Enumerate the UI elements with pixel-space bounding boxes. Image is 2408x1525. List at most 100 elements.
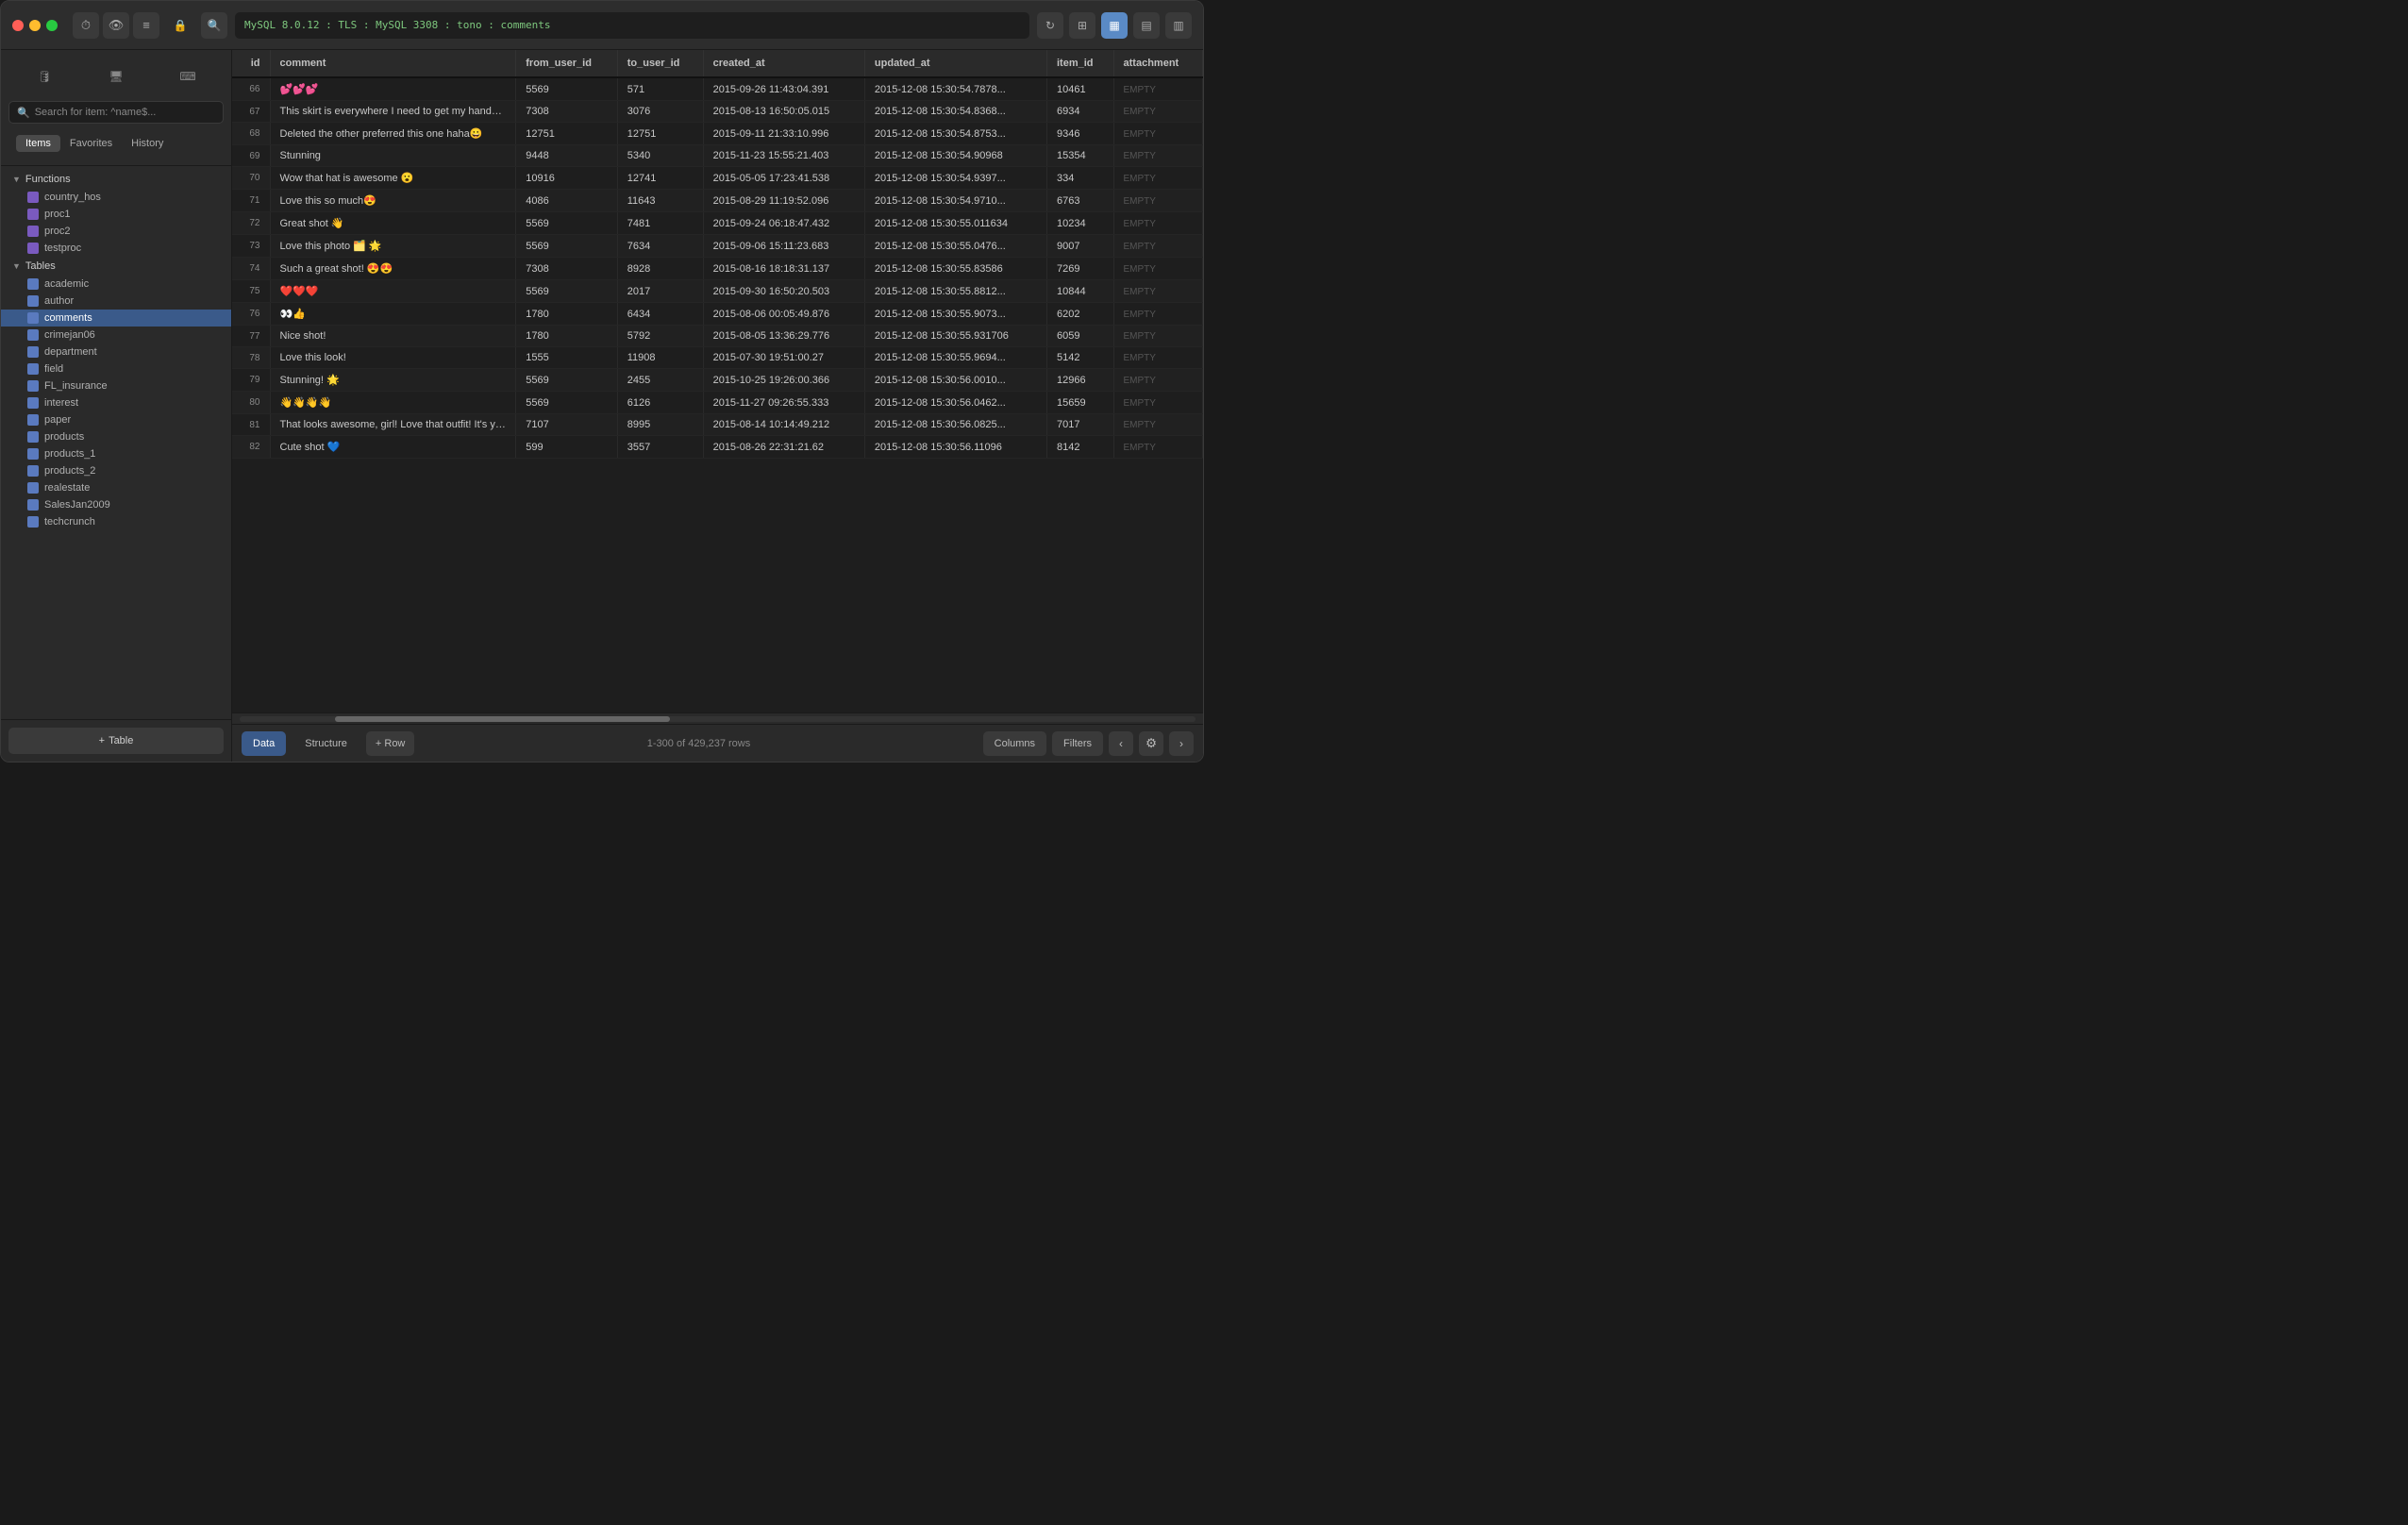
refresh-button[interactable]: ↻ [1037,12,1063,39]
cell-updated_at: 2015-12-08 15:30:55.9073... [864,303,1046,326]
tab-history[interactable]: History [122,135,173,152]
panel-view-button[interactable]: ▥ [1165,12,1192,39]
table-icon [27,499,39,511]
table-row[interactable]: 73Love this photo 🗂️ 🌟556976342015-09-06… [232,235,1203,258]
scrollbar-thumb[interactable] [335,716,670,722]
search-icon[interactable]: 🔍 [201,12,227,39]
maximize-button[interactable] [46,20,58,31]
sidebar-item-table[interactable]: SalesJan2009 [1,496,231,513]
column-header-from_user_id[interactable]: from_user_id [516,50,618,77]
table-row[interactable]: 70Wow that hat is awesome 😮1091612741201… [232,167,1203,190]
column-header-to_user_id[interactable]: to_user_id [617,50,703,77]
close-button[interactable] [12,20,24,31]
column-header-item_id[interactable]: item_id [1046,50,1113,77]
database-icon[interactable]: 🛢 [29,61,59,92]
cell-attachment: EMPTY [1113,235,1202,258]
table-row[interactable]: 75❤️❤️❤️556920172015-09-30 16:50:20.5032… [232,280,1203,303]
cell-updated_at: 2015-12-08 15:30:55.8812... [864,280,1046,303]
table-row[interactable]: 78Love this look!1555119082015-07-30 19:… [232,347,1203,369]
sidebar-item-table[interactable]: products [1,428,231,445]
history-icon[interactable]: ⏱ [73,12,99,39]
settings-button[interactable]: ⚙ [1139,731,1163,756]
cell-item_id: 6059 [1046,326,1113,347]
add-row-button[interactable]: + Row [366,731,415,756]
table-row[interactable]: 68Deleted the other preferred this one h… [232,123,1203,145]
table-row[interactable]: 80👋👋👋👋556961262015-11-27 09:26:55.333201… [232,392,1203,414]
table-row[interactable]: 79Stunning! 🌟556924552015-10-25 19:26:00… [232,369,1203,392]
cell-comment: Love this look! [270,347,516,369]
sidebar-item-table[interactable]: interest [1,394,231,411]
grid-view-button[interactable]: ⊞ [1069,12,1095,39]
table-body: 66💕💕💕55695712015-09-26 11:43:04.3912015-… [232,77,1203,459]
split-view-button[interactable]: ▤ [1133,12,1160,39]
data-tab[interactable]: Data [242,731,286,756]
lock-icon[interactable]: 🔒 [167,12,193,39]
prev-page-button[interactable]: ‹ [1109,731,1133,756]
eye-icon[interactable]: 👁 [103,12,129,39]
sidebar-item-table[interactable]: comments [1,310,231,327]
tab-favorites[interactable]: Favorites [60,135,122,152]
server-icon[interactable]: 🖥 [101,61,131,92]
cell-attachment: EMPTY [1113,392,1202,414]
list-icon[interactable]: ≡ [133,12,159,39]
tables-section-header[interactable]: ▼ Tables [1,257,231,276]
cell-from_user_id: 5569 [516,212,618,235]
table-row[interactable]: 77Nice shot!178057922015-08-05 13:36:29.… [232,326,1203,347]
columns-button[interactable]: Columns [983,731,1046,756]
table-row[interactable]: 72Great shot 👋556974812015-09-24 06:18:4… [232,212,1203,235]
functions-section-header[interactable]: ▼ Functions [1,170,231,189]
sidebar-item-table[interactable]: products_1 [1,445,231,462]
sidebar-item-function[interactable]: testproc [1,240,231,257]
sidebar-item-table[interactable]: author [1,293,231,310]
column-header-attachment[interactable]: attachment [1113,50,1202,77]
sidebar-item-table[interactable]: academic [1,276,231,293]
column-header-id[interactable]: id [232,50,270,77]
sidebar-top: 🛢 🖥 ⌨ 🔍 Search for item: ^name$... Items… [1,50,231,166]
functions-label: Functions [25,174,71,185]
sidebar-search[interactable]: 🔍 Search for item: ^name$... [8,101,224,124]
terminal-icon[interactable]: ⌨ [173,61,203,92]
sidebar-item-table[interactable]: techcrunch [1,513,231,530]
table-label: products_1 [44,448,95,460]
structure-tab[interactable]: Structure [293,731,359,756]
sidebar-item-function[interactable]: country_hos [1,189,231,206]
cell-created_at: 2015-09-11 21:33:10.996 [703,123,864,145]
sidebar-item-table[interactable]: crimejan06 [1,327,231,344]
tab-items[interactable]: Items [16,135,60,152]
cell-to_user_id: 5792 [617,326,703,347]
table-row[interactable]: 67This skirt is everywhere I need to get… [232,101,1203,123]
column-header-updated_at[interactable]: updated_at [864,50,1046,77]
sidebar-bottom: + Table [1,719,231,762]
table-row[interactable]: 76👀👍178064342015-08-06 00:05:49.8762015-… [232,303,1203,326]
table-row[interactable]: 82Cute shot 💙59935572015-08-26 22:31:21.… [232,436,1203,459]
sidebar-item-table[interactable]: department [1,344,231,360]
table-container[interactable]: idcommentfrom_user_idto_user_idcreated_a… [232,50,1203,712]
column-header-comment[interactable]: comment [270,50,516,77]
sidebar-item-table[interactable]: paper [1,411,231,428]
filters-button[interactable]: Filters [1052,731,1103,756]
sidebar-item-table[interactable]: field [1,360,231,377]
cell-comment: Great shot 👋 [270,212,516,235]
sidebar-item-table[interactable]: products_2 [1,462,231,479]
table-row[interactable]: 71Love this so much😍4086116432015-08-29 … [232,190,1203,212]
table-row[interactable]: 66💕💕💕55695712015-09-26 11:43:04.3912015-… [232,77,1203,101]
next-page-button[interactable]: › [1169,731,1194,756]
function-label: proc1 [44,209,71,220]
cell-from_user_id: 7308 [516,258,618,280]
table-row[interactable]: 74Such a great shot! 😍😍730889282015-08-1… [232,258,1203,280]
sidebar-item-table[interactable]: realestate [1,479,231,496]
sidebar-item-function[interactable]: proc1 [1,206,231,223]
horizontal-scrollbar[interactable] [232,712,1203,724]
sidebar-item-function[interactable]: proc2 [1,223,231,240]
sidebar-item-table[interactable]: FL_insurance [1,377,231,394]
add-table-button[interactable]: + Table [8,728,224,754]
table-row[interactable]: 81That looks awesome, girl! Love that ou… [232,414,1203,436]
cell-from_user_id: 12751 [516,123,618,145]
column-header-created_at[interactable]: created_at [703,50,864,77]
cell-comment: That looks awesome, girl! Love that outf… [270,414,516,436]
table-row[interactable]: 69Stunning944853402015-11-23 15:55:21.40… [232,145,1203,167]
minimize-button[interactable] [29,20,41,31]
table-view-button[interactable]: ▦ [1101,12,1128,39]
table-label: products_2 [44,465,95,477]
cell-id: 68 [232,123,270,145]
